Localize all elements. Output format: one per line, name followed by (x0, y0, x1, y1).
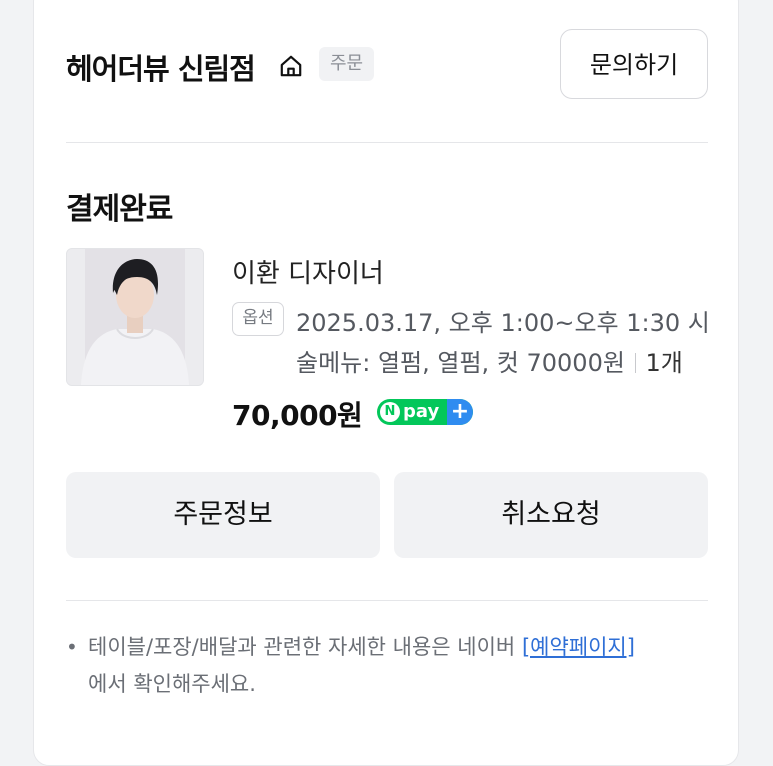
option-badge: 옵션 (232, 302, 284, 336)
order-price: 70,000원 (232, 399, 363, 432)
option-menu-text: 술메뉴: 열펌, 열펌, 컷 70000원 (296, 349, 625, 377)
notice-text-after: 에서 확인해주세요. (88, 672, 256, 696)
reservation-page-link[interactable]: [예약페이지] (522, 635, 635, 659)
divider (66, 600, 708, 601)
cancel-request-button[interactable]: 취소요청 (394, 472, 708, 558)
divider (66, 142, 708, 143)
store-header: 헤어더뷰 신림점 주문 문의하기 (66, 29, 708, 105)
option-menu: 술메뉴: 열펌, 열펌, 컷 70000원 1개 (296, 343, 683, 378)
npay-plus-badge: N pay + (377, 399, 473, 425)
order-badge: 주문 (319, 47, 375, 81)
order-card: 헤어더뷰 신림점 주문 문의하기 결제완료 이환 디자이너 옵션 2025.03… (33, 0, 739, 766)
payment-status-title: 결제완료 (66, 192, 173, 227)
store-name[interactable]: 헤어더뷰 신림점 (66, 46, 256, 88)
designer-name[interactable]: 이환 디자이너 (232, 253, 384, 290)
separator (634, 353, 637, 373)
naver-n-icon: N (380, 402, 400, 422)
quantity: 1개 (645, 349, 683, 377)
option-datetime: 2025.03.17, 오후 1:00~오후 1:30 시 (296, 309, 710, 337)
order-info-button[interactable]: 주문정보 (66, 472, 380, 558)
bullet: • (66, 635, 78, 659)
designer-photo-image (67, 249, 203, 385)
inquiry-button[interactable]: 문의하기 (560, 29, 708, 99)
designer-photo[interactable] (66, 248, 204, 386)
home-icon[interactable] (278, 53, 304, 79)
npay-label: pay (403, 401, 440, 422)
notice-text: • 테이블/포장/배달과 관련한 자세한 내용은 네이버 [예약페이지] 에서 … (66, 629, 706, 703)
plus-icon: + (447, 399, 473, 425)
notice-text-before: 테이블/포장/배달과 관련한 자세한 내용은 네이버 (88, 635, 522, 659)
